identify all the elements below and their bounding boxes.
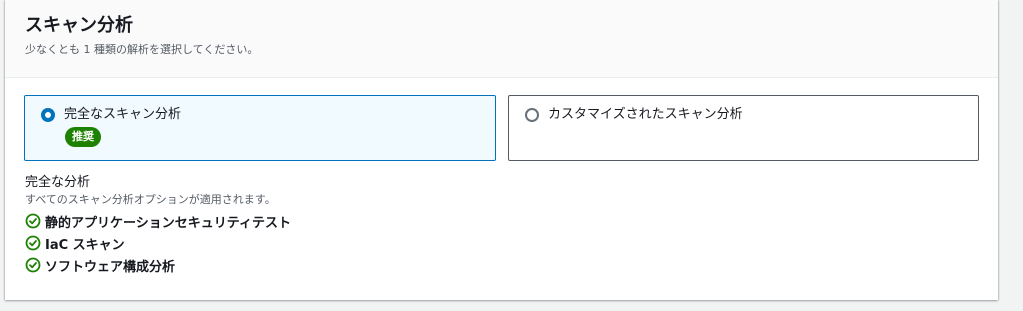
list-item-label: IaC スキャン [45,237,125,253]
list-item-iac: IaC スキャン [25,232,291,254]
list-item-sca: ソフトウェア構成分析 [25,254,291,276]
list-item-sast: 静的アプリケーションセキュリティテスト [25,210,291,232]
scan-analysis-panel: スキャン分析 少なくとも 1 種類の解析を選択してください。 完全なスキャン分析… [5,0,998,300]
list-item-label: 静的アプリケーションセキュリティテスト [45,215,291,231]
radio-full-scan[interactable] [41,108,55,122]
check-circle-icon [25,235,41,251]
radio-custom-scan[interactable] [525,108,539,122]
details-description: すべてのスキャン分析オプションが適用されます。 [25,193,276,206]
details-title: 完全な分析 [25,175,91,190]
panel-title: スキャン分析 [25,15,133,36]
panel-description: 少なくとも 1 種類の解析を選択してください。 [25,43,259,56]
check-circle-icon [25,213,41,229]
analysis-details: 完全な分析 すべてのスキャン分析オプションが適用されます。 静的アプリケーション… [25,174,291,276]
tile-custom-scan-label: カスタマイズされたスキャン分析 [548,107,743,122]
tile-full-scan[interactable]: 完全なスキャン分析 推奨 [24,95,496,161]
tile-full-scan-label: 完全なスキャン分析 [64,107,182,122]
analysis-type-tiles: 完全なスキャン分析 推奨 カスタマイズされたスキャン分析 [24,95,979,161]
check-circle-icon [25,257,41,273]
list-item-label: ソフトウェア構成分析 [45,259,176,275]
recommended-badge: 推奨 [65,127,101,147]
panel-header: スキャン分析 少なくとも 1 種類の解析を選択してください。 [5,0,998,78]
tile-custom-scan[interactable]: カスタマイズされたスキャン分析 [508,95,979,161]
